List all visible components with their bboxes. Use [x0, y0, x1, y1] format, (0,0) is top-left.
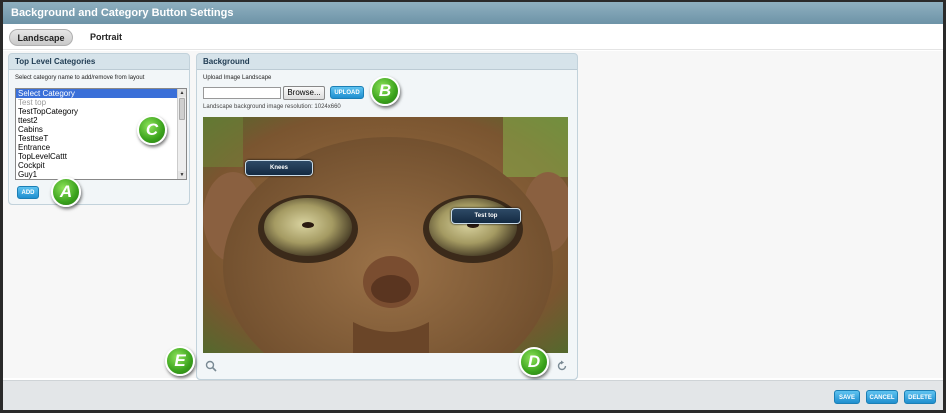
- orientation-tabs: Landscape Portrait: [3, 26, 943, 50]
- tarsier-photo: [203, 117, 568, 353]
- cancel-button[interactable]: CANCEL: [866, 390, 898, 404]
- scroll-thumb[interactable]: [179, 98, 185, 120]
- callout-a: A: [51, 177, 81, 207]
- tab-portrait[interactable]: Portrait: [81, 29, 131, 46]
- list-item[interactable]: Guy1: [16, 170, 186, 179]
- content-area: Top Level Categories Select category nam…: [3, 51, 943, 380]
- upload-label: Upload Image Landscape: [203, 75, 272, 81]
- settings-window: Background and Category Button Settings …: [3, 2, 943, 410]
- callout-b: B: [370, 76, 400, 106]
- rotate-icon[interactable]: [556, 359, 568, 371]
- category-button-knees[interactable]: Knees: [245, 160, 313, 176]
- scroll-down-icon[interactable]: ▼: [178, 171, 186, 179]
- footer-bar: SAVE CANCEL DELETE: [3, 380, 943, 410]
- add-button[interactable]: ADD: [17, 186, 39, 199]
- list-item[interactable]: Select Category: [16, 89, 186, 98]
- list-item[interactable]: Cockpit: [16, 161, 186, 170]
- tab-landscape[interactable]: Landscape: [9, 29, 73, 46]
- background-image: Knees Test top: [203, 117, 568, 353]
- callout-e: E: [165, 346, 195, 376]
- scroll-up-icon[interactable]: ▲: [178, 89, 186, 97]
- callout-c: C: [137, 115, 167, 145]
- background-panel-title: Background: [197, 54, 577, 70]
- window-title: Background and Category Button Settings: [3, 2, 943, 24]
- resolution-note: Landscape background image resolution: 1…: [203, 104, 341, 110]
- list-item[interactable]: Entrance: [16, 143, 186, 152]
- categories-panel-title: Top Level Categories: [9, 54, 189, 70]
- list-item[interactable]: Test top: [16, 98, 186, 107]
- callout-d: D: [519, 347, 549, 377]
- save-button[interactable]: SAVE: [834, 390, 860, 404]
- list-item[interactable]: TestTopCategory: [16, 107, 186, 116]
- categories-instruction: Select category name to add/remove from …: [15, 75, 145, 81]
- magnifier-icon[interactable]: [205, 359, 217, 372]
- upload-button[interactable]: UPLOAD: [330, 86, 364, 99]
- list-scrollbar[interactable]: ▲ ▼: [177, 89, 186, 179]
- file-path-input[interactable]: [203, 87, 281, 99]
- delete-button[interactable]: DELETE: [904, 390, 936, 404]
- browse-button[interactable]: Browse...: [283, 86, 325, 100]
- category-button-test-top[interactable]: Test top: [451, 208, 521, 224]
- list-item[interactable]: TopLevelCattt: [16, 152, 186, 161]
- background-panel-body: Upload Image Landscape Browse... UPLOAD …: [197, 70, 577, 379]
